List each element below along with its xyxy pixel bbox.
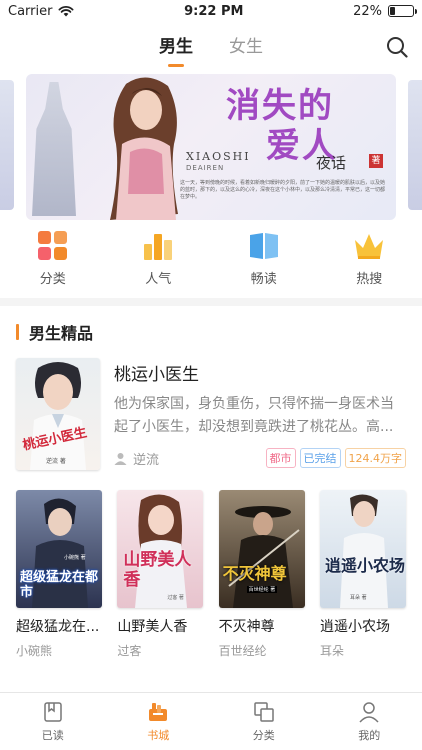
book-cover[interactable]: 超级猛龙在都市 小碗熊 著 xyxy=(16,490,102,608)
wifi-icon xyxy=(58,5,74,17)
book-open-icon xyxy=(249,233,278,259)
featured-cover-author: 逆流 著 xyxy=(46,458,66,465)
featured-info: 桃运小医生 他为保家国，身负重伤，只得怀揣一身医术当起了小医生，却没想到竟跌进了… xyxy=(100,358,406,476)
grid-icon xyxy=(37,231,67,260)
profile-icon xyxy=(359,701,379,723)
quick-nav-popular[interactable]: 人气 xyxy=(118,230,198,298)
book-card[interactable]: 山野美人香 过客 著 山野美人香 过客 xyxy=(117,490,204,659)
featured-book[interactable]: 桃运小医生 逆流 著 桃运小医生 他为保家国，身负重伤，只得怀揣一身医术当起了小… xyxy=(0,358,422,476)
banner-slide[interactable]: 消失的 爱人 XIAOSHI DEAIREN 夜话 著 这一天，等到傍晚的时候，… xyxy=(26,74,396,220)
section-accent-bar xyxy=(16,324,19,340)
status-left: Carrier xyxy=(8,4,74,19)
book-cover[interactable]: 山野美人香 过客 著 xyxy=(117,490,204,608)
book-author: 耳朵 xyxy=(319,644,344,658)
featured-author: 逆流 xyxy=(114,449,159,468)
book-cover-art xyxy=(135,494,188,608)
featured-description: 他为保家国，身负重伤，只得怀揣一身医术当起了小医生，却没想到竟跌进了桃花丛。高.… xyxy=(114,396,394,435)
section-title: 男生精品 xyxy=(29,324,94,343)
featured-author-name: 逆流 xyxy=(133,452,160,468)
battery-level xyxy=(389,7,395,15)
banner-seal: 著 xyxy=(369,154,383,168)
quick-nav-label: 热搜 xyxy=(356,272,383,287)
bottom-tab-read[interactable]: 已读 xyxy=(18,701,88,743)
book-title[interactable]: 逍遥小农场 xyxy=(320,616,406,636)
quick-nav-label: 分类 xyxy=(39,272,66,287)
bookstore-icon xyxy=(149,702,168,721)
book-cover-title: 不灭神尊 xyxy=(222,564,287,583)
banner-title-line1: 消失的 xyxy=(226,86,334,126)
featured-meta: 逆流 都市 已完结 124.4万字 xyxy=(114,448,406,468)
book-cover-art xyxy=(339,494,388,608)
book-title[interactable]: 山野美人香 xyxy=(117,616,203,636)
banner-prev-peek[interactable] xyxy=(0,80,14,210)
tab-male[interactable]: 男生 xyxy=(159,32,193,67)
featured-cover-art xyxy=(30,362,86,470)
tag-word-count: 124.4万字 xyxy=(344,448,406,468)
app-screen: Carrier 9:22 PM 22% 男生 女生 消失的 爱人 XIAOSHI… xyxy=(0,0,422,750)
status-right: 22% xyxy=(353,3,417,19)
crown-icon xyxy=(355,234,384,259)
book-author: 小碗熊 xyxy=(16,644,53,658)
book-cover-title: 超级猛龙在都市 xyxy=(20,570,99,600)
quick-nav-label: 人气 xyxy=(145,272,172,287)
banner-brand: XIAOSHI xyxy=(186,150,251,163)
book-author: 过客 xyxy=(117,644,142,658)
quick-nav-category[interactable]: 分类 xyxy=(13,230,93,298)
book-author: 百世经纶 xyxy=(218,644,267,658)
banner-author: 夜话 xyxy=(316,154,347,172)
tag-status: 已完结 xyxy=(299,448,341,468)
banner-next-peek[interactable] xyxy=(408,80,422,210)
featured-cover[interactable]: 桃运小医生 逆流 著 xyxy=(16,358,100,470)
book-cover-title: 逍遥小农场 xyxy=(324,556,405,575)
book-card[interactable]: 不灭神尊 百世经纶 著 不灭神尊 百世经纶 xyxy=(218,490,305,659)
tag-genre: 都市 xyxy=(265,448,296,468)
book-cover-title: 山野美人香 xyxy=(123,550,192,590)
bottom-tab-label: 分类 xyxy=(252,728,275,742)
book-cover[interactable]: 不灭神尊 百世经纶 著 xyxy=(218,490,305,608)
quick-nav-read[interactable]: 畅读 xyxy=(224,230,304,298)
quick-nav-hot-search[interactable]: 热搜 xyxy=(329,230,409,298)
bar-chart-icon xyxy=(144,234,173,260)
quick-nav-label: 畅读 xyxy=(250,272,277,287)
book-title[interactable]: 超级猛龙在... xyxy=(16,616,102,636)
battery-icon xyxy=(387,5,417,17)
bottom-tab-label: 已读 xyxy=(41,728,64,742)
user-icon xyxy=(114,452,127,465)
section-divider xyxy=(0,298,422,306)
banner-carousel[interactable]: 消失的 爱人 XIAOSHI DEAIREN 夜话 著 这一天，等到傍晚的时候，… xyxy=(0,74,422,220)
quick-nav: 分类 人气 畅读 热搜 xyxy=(0,220,422,298)
book-cover[interactable]: 逍遥小农场 耳朵 著 xyxy=(319,490,406,608)
tab-female[interactable]: 女生 xyxy=(229,32,263,63)
bottom-tab-bookstore[interactable]: 书城 xyxy=(123,701,193,743)
battery-percent: 22% xyxy=(353,3,382,19)
book-cover-author: 耳朵 著 xyxy=(349,595,367,601)
status-time: 9:22 PM xyxy=(184,3,244,19)
featured-title[interactable]: 桃运小医生 xyxy=(114,360,406,385)
book-cover-author: 过客 著 xyxy=(167,595,184,601)
book-title[interactable]: 不灭神尊 xyxy=(219,616,305,636)
book-cover-author: 小碗熊 著 xyxy=(64,555,86,561)
carrier-label: Carrier xyxy=(8,3,53,19)
banner-tower-art xyxy=(32,82,76,216)
bottom-tab-profile[interactable]: 我的 xyxy=(334,701,404,743)
book-card[interactable]: 逍遥小农场 耳朵 著 逍遥小农场 耳朵 xyxy=(319,490,406,659)
featured-tags: 都市 已完结 124.4万字 xyxy=(265,448,406,468)
book-cover-author: 百世经纶 著 xyxy=(246,586,278,593)
top-tab-bar: 男生 女生 xyxy=(0,22,422,72)
book-grid: 超级猛龙在都市 小碗熊 著 超级猛龙在... 小碗熊 山野美人香 过客 著 山野… xyxy=(0,476,422,659)
bottom-tab-label: 我的 xyxy=(358,728,381,742)
bookmark-icon xyxy=(44,701,62,722)
bottom-tab-bar: 已读 书城 分类 我的 xyxy=(0,692,422,750)
section-header: 男生精品 xyxy=(0,306,422,358)
status-bar: Carrier 9:22 PM 22% xyxy=(0,0,422,22)
search-icon[interactable] xyxy=(386,36,408,58)
bottom-tab-label: 书城 xyxy=(147,728,170,742)
banner-blurb: 这一天，等到傍晚的时候，看着如新晚归暖醉的夕阳，前了一下她的温暖的肌肤以后，以及… xyxy=(180,180,386,200)
bottom-tab-category[interactable]: 分类 xyxy=(229,701,299,743)
category-icon xyxy=(254,701,274,722)
banner-brand-sub: DEAIREN xyxy=(186,164,225,172)
book-card[interactable]: 超级猛龙在都市 小碗熊 著 超级猛龙在... 小碗熊 xyxy=(16,490,102,659)
